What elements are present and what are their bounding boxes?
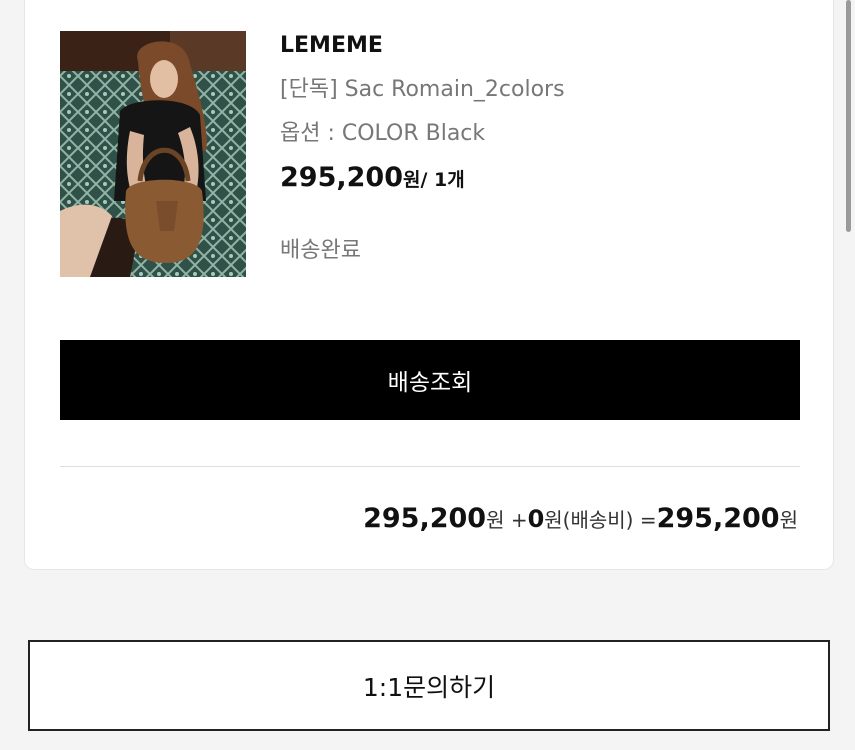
product-info: LEMEME [단독] Sac Romain_2colors 옵션 : COLO… <box>280 31 565 266</box>
product-thumbnail[interactable] <box>60 31 246 277</box>
track-delivery-button[interactable]: 배송조회 <box>60 340 800 420</box>
total-unit: 원 <box>779 508 798 532</box>
brand-name[interactable]: LEMEME <box>280 31 565 61</box>
product-option: 옵션 : COLOR Black <box>280 121 486 146</box>
order-item-card: LEMEME [단독] Sac Romain_2colors 옵션 : COLO… <box>24 0 834 570</box>
price-amount: 295,200 <box>280 162 403 193</box>
order-total-summary: 295,200원 +0원(배송비) =295,200원 <box>363 501 798 538</box>
product-name[interactable]: [단독] Sac Romain_2colors <box>280 75 565 105</box>
scrollbar[interactable] <box>846 0 851 232</box>
subtotal-amount: 295,200 <box>363 503 487 534</box>
price-unit-quantity: 원/ 1개 <box>402 169 465 191</box>
shipping-amount: 0 <box>527 505 545 533</box>
total-amount: 295,200 <box>656 503 780 534</box>
delivery-status: 배송완료 <box>280 238 361 263</box>
divider <box>60 466 800 467</box>
order-detail-page: LEMEME [단독] Sac Romain_2colors 옵션 : COLO… <box>0 0 855 750</box>
subtotal-unit: 원 + <box>486 508 528 532</box>
one-to-one-inquiry-button[interactable]: 1:1문의하기 <box>28 640 830 731</box>
shipping-unit: 원(배송비) = <box>544 508 657 532</box>
product-photo-image <box>60 31 246 277</box>
product-price: 295,200원/ 1개 <box>280 161 565 198</box>
